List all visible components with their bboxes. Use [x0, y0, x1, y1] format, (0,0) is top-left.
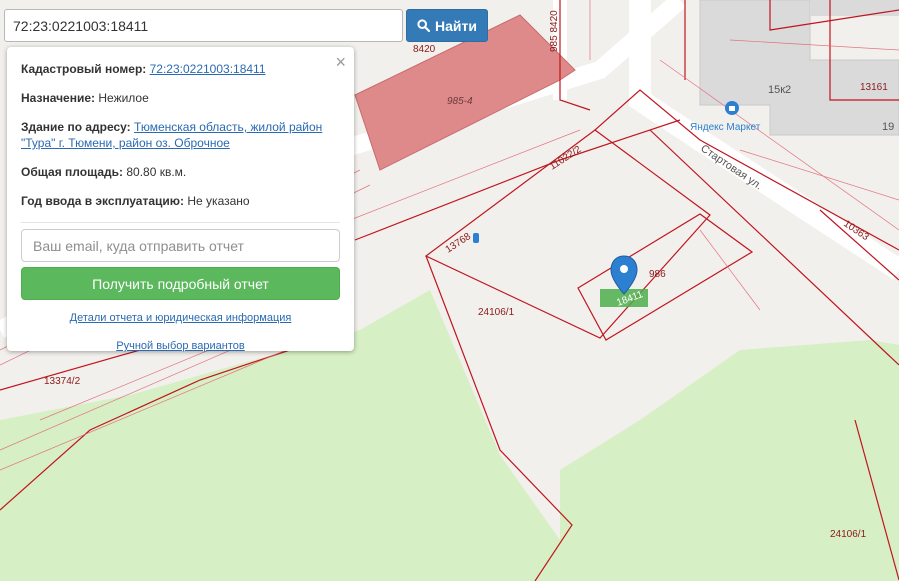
area-value: 80.80 кв.м. — [126, 165, 187, 179]
label-986: 986 — [649, 269, 666, 280]
label-15k2: 15к2 — [768, 84, 791, 96]
search-button-label: Найти — [435, 17, 477, 34]
year-label: Год ввода в эксплуатацию: — [21, 194, 185, 208]
label-8420: 8420 — [413, 44, 436, 55]
purpose-value: Нежилое — [98, 91, 149, 105]
address-row: Здание по адресу: Тюменская область, жил… — [21, 119, 340, 151]
report-details-link[interactable]: Детали отчета и юридическая информация — [21, 312, 340, 324]
area-row: Общая площадь: 80.80 кв.м. — [21, 164, 340, 180]
label-19: 19 — [882, 121, 894, 133]
year-value: Не указано — [187, 194, 250, 208]
object-info-popup: × Кадастровый номер: 72:23:0221003:18411… — [7, 47, 354, 352]
purpose-row: Назначение: Нежилое — [21, 90, 340, 106]
divider — [21, 222, 340, 223]
year-row: Год ввода в эксплуатацию: Не указано — [21, 193, 340, 209]
shopping-bag-icon[interactable] — [725, 101, 739, 115]
cadastral-number-label: Кадастровый номер: — [21, 62, 147, 76]
small-blue-marker-icon[interactable] — [473, 233, 479, 243]
search-button[interactable]: Найти — [406, 9, 488, 42]
search-input[interactable] — [4, 9, 403, 42]
cadastral-number-row: Кадастровый номер: 72:23:0221003:18411 — [21, 61, 340, 77]
label-24106-1-a: 24106/1 — [478, 307, 515, 318]
area-label: Общая площадь: — [21, 165, 124, 179]
email-field[interactable] — [21, 229, 340, 262]
cadastral-number-link[interactable]: 72:23:0221003:18411 — [150, 62, 266, 76]
label-985-4: 985-4 — [447, 96, 473, 107]
close-icon[interactable]: × — [335, 53, 346, 71]
search-icon — [417, 19, 431, 32]
gray-building-top — [810, 0, 899, 16]
purpose-label: Назначение: — [21, 91, 96, 105]
manual-selection-link[interactable]: Ручной выбор вариантов — [21, 340, 340, 352]
label-985-8420: 985 8420 — [549, 10, 560, 52]
label-13161: 13161 — [860, 82, 888, 93]
get-report-button[interactable]: Получить подробный отчет — [21, 267, 340, 300]
label-24106-1-b: 24106/1 — [830, 529, 867, 540]
label-yandex-market[interactable]: Яндекс Маркет — [690, 122, 761, 133]
label-13374-2: 13374/2 — [44, 376, 81, 387]
address-label: Здание по адресу: — [21, 120, 131, 134]
